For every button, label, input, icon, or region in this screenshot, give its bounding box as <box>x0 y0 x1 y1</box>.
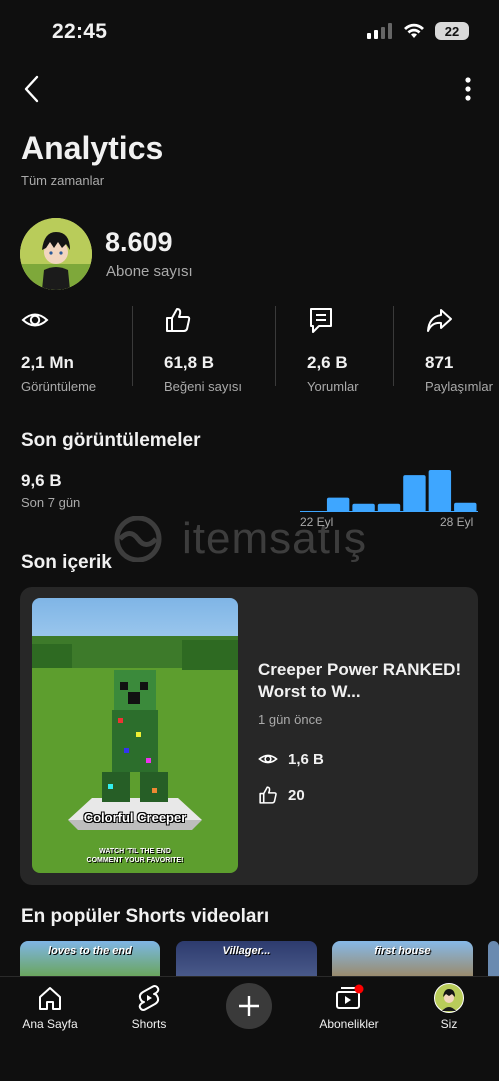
page-title: Analytics <box>21 130 164 166</box>
video-views-value: 1,6 B <box>288 750 324 768</box>
video-age: 1 gün önce <box>258 712 323 727</box>
stat-value: 2,1 Mn <box>21 353 74 372</box>
stat-value: 61,8 B <box>164 353 215 372</box>
divider <box>393 306 394 386</box>
shorts-icon <box>138 985 160 1011</box>
signal-icon <box>367 23 392 39</box>
thumbs-up-icon <box>166 308 191 332</box>
more-vert-icon[interactable] <box>463 76 473 102</box>
comment-icon <box>310 308 332 333</box>
tab-shorts[interactable]: Shorts <box>104 983 194 1031</box>
stat-shares[interactable]: 871 Paylaşımlar <box>425 306 493 394</box>
video-thumbnail[interactable]: Colorful Creeper WATCH 'TIL THE END COMM… <box>32 598 238 873</box>
period-subtitle: Tüm zamanlar <box>21 173 105 188</box>
tab-label: Abonelikler <box>319 1017 379 1031</box>
share-icon <box>427 309 452 332</box>
chart-bar <box>428 470 452 512</box>
tab-label: Shorts <box>131 1017 167 1031</box>
create-icon <box>239 996 259 1016</box>
recent-views-title: Son görüntülemeler <box>21 430 201 451</box>
tab-you[interactable]: Siz <box>404 983 494 1031</box>
stat-label: Görüntüleme <box>21 379 97 394</box>
short-caption: loves to the end <box>48 945 132 957</box>
tab-label: Ana Sayfa <box>22 1017 78 1031</box>
short-thumbnail[interactable]: first house <box>332 941 473 977</box>
recent-views-period: Son 7 gün <box>21 495 81 510</box>
recent-views-chart[interactable] <box>300 462 478 512</box>
short-thumbnail[interactable]: loves to the end <box>20 941 160 977</box>
stat-value: 871 <box>425 353 454 372</box>
chart-bar <box>352 503 375 512</box>
chart-bar <box>454 502 477 512</box>
stat-comments[interactable]: 2,6 B Yorumlar <box>307 306 359 394</box>
video-likes: 20 <box>258 785 305 805</box>
video-title[interactable]: Creeper Power RANKED! Worst to W... <box>258 659 463 703</box>
home-icon <box>39 987 61 1010</box>
eye-icon <box>21 313 49 327</box>
tab-home[interactable]: Ana Sayfa <box>5 983 95 1031</box>
watermark: itemsatış <box>104 514 367 564</box>
stat-value: 2,6 B <box>307 353 348 372</box>
subscriber-count: 8.609 <box>105 227 173 257</box>
wifi-icon <box>404 23 424 38</box>
avatar <box>434 983 464 1013</box>
battery-indicator: 22 <box>435 22 469 40</box>
status-icons: 22 <box>367 22 469 40</box>
thumbs-up-icon <box>259 786 277 804</box>
notification-dot <box>354 984 364 994</box>
subscriptions-icon <box>336 984 364 1009</box>
recent-views-value: 9,6 B <box>21 471 62 490</box>
eye-icon <box>258 754 278 764</box>
tab-subscriptions[interactable]: Abonelikler <box>304 983 394 1031</box>
status-time: 22:45 <box>52 20 108 43</box>
stat-views[interactable]: 2,1 Mn Görüntüleme <box>21 306 96 394</box>
watermark-logo-icon <box>114 516 162 562</box>
short-thumbnail[interactable] <box>488 941 499 977</box>
stat-label: Paylaşımlar <box>425 379 493 394</box>
tab-label: Siz <box>440 1017 458 1031</box>
chart-bar <box>377 503 401 512</box>
channel-avatar <box>20 218 92 290</box>
watermark-text: itemsatış <box>182 514 368 563</box>
thumbnail-caption: Colorful Creeper <box>83 810 187 825</box>
stat-likes[interactable]: 61,8 B Beğeni sayısı <box>164 306 242 394</box>
chart-bar <box>301 511 324 512</box>
create-button[interactable] <box>226 983 272 1029</box>
stat-label: Yorumlar <box>307 379 359 394</box>
thumbnail-footer-1: WATCH 'TIL THE END <box>99 848 171 855</box>
video-likes-value: 20 <box>288 786 305 804</box>
stat-label: Beğeni sayısı <box>164 379 243 394</box>
recent-content-title: Son içerik <box>21 552 112 573</box>
chart-end-label: 28 Eyl <box>440 515 474 529</box>
short-caption: Villager... <box>222 945 271 957</box>
short-caption: first house <box>374 945 431 957</box>
subscriber-label: Abone sayısı <box>106 263 193 280</box>
divider <box>275 306 276 386</box>
video-views: 1,6 B <box>258 749 324 769</box>
divider <box>132 306 133 386</box>
short-thumbnail[interactable]: Villager... <box>176 941 317 977</box>
chart-bar <box>326 497 350 512</box>
chart-bar <box>403 475 426 512</box>
popular-shorts-title: En popüler Shorts videoları <box>21 906 270 927</box>
thumbnail-footer-2: COMMENT YOUR FAVORITE! <box>86 857 184 864</box>
back-icon[interactable] <box>20 74 46 104</box>
